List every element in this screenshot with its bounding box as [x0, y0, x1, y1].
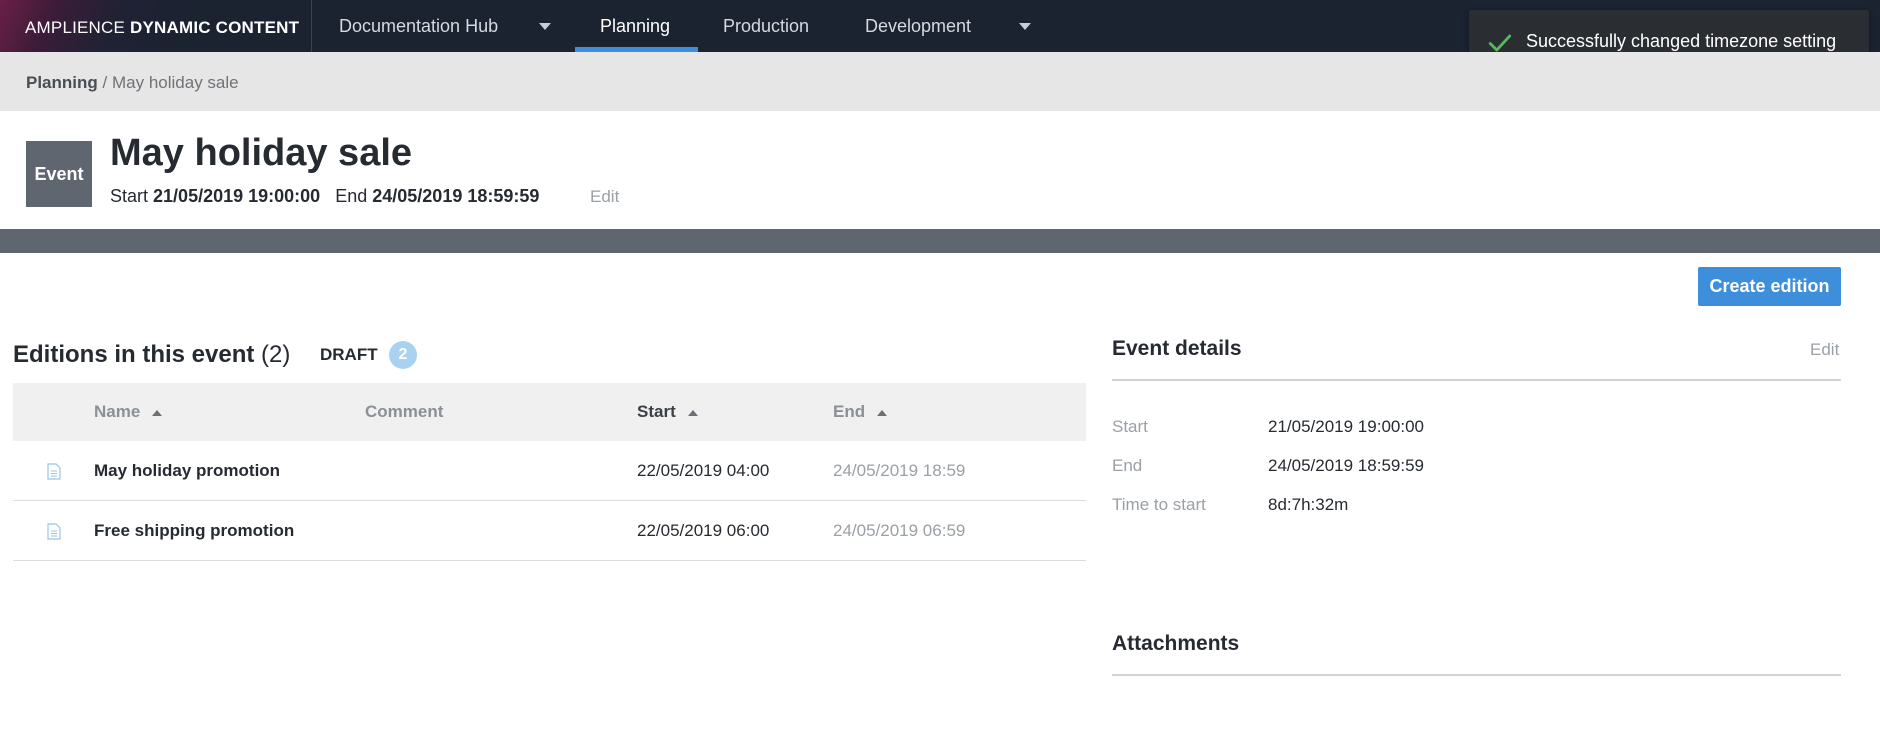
sort-ascending-icon [687, 409, 698, 416]
detail-value-start: 21/05/2019 19:00:00 [1268, 417, 1424, 436]
column-header-end-label: End [833, 402, 866, 421]
attachments-divider [1112, 674, 1841, 676]
create-edition-button[interactable]: Create edition [1698, 267, 1841, 306]
tab-development[interactable]: Development [865, 0, 971, 52]
editions-table: Name Comment Start End May holiday promo… [13, 383, 1086, 561]
event-details-divider [1112, 379, 1841, 381]
edition-name[interactable]: Free shipping promotion [94, 501, 294, 561]
document-icon [47, 523, 61, 540]
detail-label-end: End [1112, 456, 1143, 475]
detail-value-end: 24/05/2019 18:59:59 [1268, 456, 1424, 475]
column-header-start[interactable]: Start [637, 383, 698, 441]
sort-ascending-icon [877, 409, 888, 416]
brand-name-bold: DYNAMIC CONTENT [130, 18, 300, 37]
table-row[interactable]: May holiday promotion 22/05/2019 04:00 2… [13, 441, 1086, 501]
document-icon [47, 463, 61, 480]
editions-heading-text: Editions in this event [13, 341, 255, 368]
detail-value-time-to-start: 8d:7h:32m [1268, 495, 1349, 514]
column-header-start-label: Start [637, 402, 676, 421]
edition-start: 22/05/2019 06:00 [637, 521, 770, 540]
attachments-heading: Attachments [1112, 632, 1240, 655]
event-details-heading: Event details [1112, 337, 1242, 360]
edition-start: 22/05/2019 04:00 [637, 461, 770, 480]
editions-count: (2) [261, 341, 291, 368]
event-start-label: Start [110, 186, 149, 206]
event-start-value: 21/05/2019 19:00:00 [153, 186, 321, 206]
brand-name-light: AMPLIENCE [25, 18, 126, 37]
breadcrumb-planning[interactable]: Planning [26, 73, 98, 92]
event-edit-link[interactable]: Edit [590, 187, 619, 207]
breadcrumb: Planning / May holiday sale [26, 52, 239, 111]
detail-label-start: Start [1112, 417, 1148, 436]
tab-production[interactable]: Production [723, 0, 809, 52]
table-row[interactable]: Free shipping promotion 22/05/2019 06:00… [13, 501, 1086, 561]
development-chevron-down-icon[interactable] [1019, 23, 1031, 30]
event-details-edit-link[interactable]: Edit [1810, 340, 1839, 360]
editions-heading: Editions in this event (2) [13, 341, 290, 369]
event-type-badge: Event [26, 141, 92, 207]
event-dates: Start 21/05/2019 19:00:00 End 24/05/2019… [110, 186, 539, 207]
detail-label-time-to-start: Time to start [1112, 495, 1206, 514]
edition-end: 24/05/2019 06:59 [833, 521, 966, 540]
column-header-end[interactable]: End [833, 383, 888, 441]
draft-filter-label[interactable]: DRAFT [320, 345, 378, 365]
table-header: Name Comment Start End [13, 383, 1086, 441]
hub-chevron-down-icon[interactable] [539, 23, 551, 30]
brand-logo[interactable]: AMPLIENCE DYNAMIC CONTENT [0, 0, 312, 52]
brand-name: AMPLIENCE DYNAMIC CONTENT [25, 18, 299, 38]
column-header-name-label: Name [94, 402, 141, 421]
draft-count-badge: 2 [389, 341, 417, 369]
header-divider [0, 229, 1880, 253]
breadcrumb-current: May holiday sale [111, 73, 239, 92]
event-end-value: 24/05/2019 18:59:59 [372, 186, 540, 206]
tab-planning[interactable]: Planning [600, 0, 670, 52]
hub-selector[interactable]: Documentation Hub [339, 0, 498, 52]
column-header-name[interactable]: Name [94, 383, 163, 441]
column-header-comment: Comment [365, 402, 444, 421]
sort-ascending-icon [152, 409, 163, 416]
edition-name[interactable]: May holiday promotion [94, 441, 280, 501]
edition-end: 24/05/2019 18:59 [833, 461, 966, 480]
breadcrumb-bar: Planning / May holiday sale [0, 52, 1880, 111]
breadcrumb-separator: / [102, 73, 108, 92]
page-title: May holiday sale [110, 132, 413, 174]
event-end-label: End [335, 186, 368, 206]
